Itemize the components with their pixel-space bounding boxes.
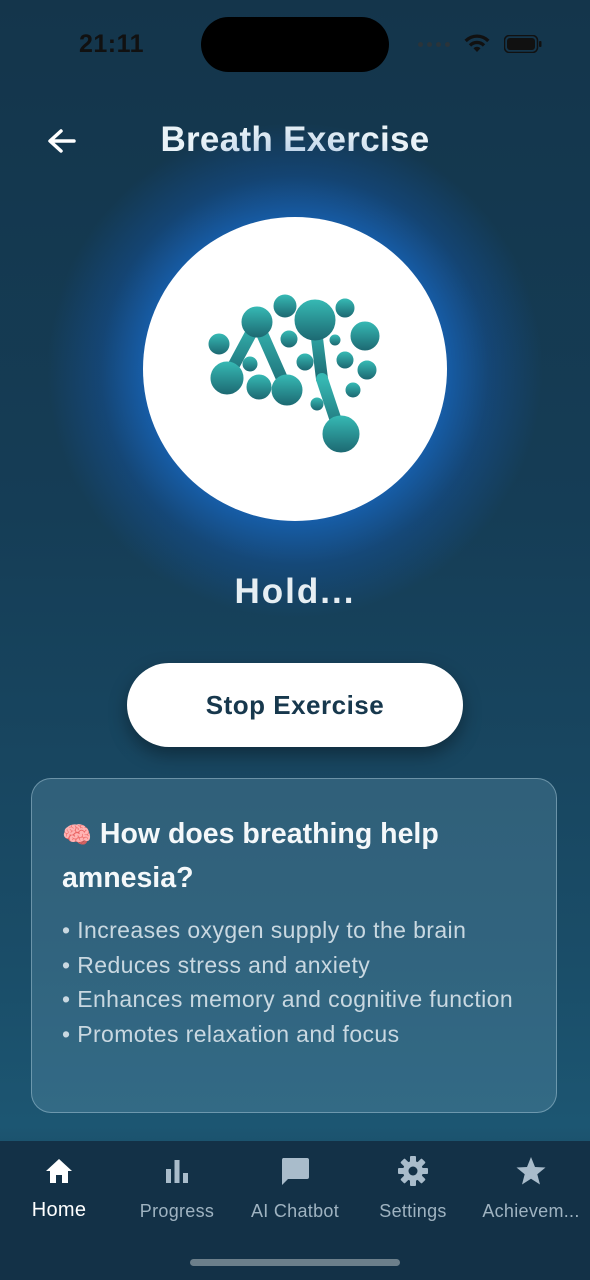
- brain-icon: 🧠: [62, 822, 92, 849]
- stop-exercise-button[interactable]: Stop Exercise: [127, 663, 463, 747]
- nav-item-settings[interactable]: Settings: [354, 1141, 472, 1241]
- gear-icon: [397, 1155, 429, 1187]
- home-icon: [43, 1155, 75, 1187]
- breathing-phase-text: Hold...: [234, 572, 356, 611]
- nav-item-progress[interactable]: Progress: [118, 1141, 236, 1241]
- home-indicator: [190, 1259, 400, 1266]
- nav-item-ai-chatbot[interactable]: AI Chatbot: [236, 1141, 354, 1241]
- chat-icon: [279, 1155, 311, 1187]
- info-card-title: 🧠 How does breathing help amnesia?: [62, 813, 526, 899]
- info-card-title-text: How does breathing help amnesia?: [62, 818, 439, 894]
- info-card: 🧠 How does breathing help amnesia? • Incr…: [31, 778, 557, 1113]
- status-time: 21:11: [79, 30, 145, 58]
- battery-icon: [504, 35, 542, 53]
- status-icons: [418, 34, 542, 54]
- status-bar: 21:11: [0, 0, 590, 90]
- list-item: • Increases oxygen supply to the brain: [62, 917, 467, 943]
- dynamic-island: [201, 17, 389, 72]
- bar-chart-icon: [161, 1155, 193, 1187]
- nav-label-achievements: Achievem...: [482, 1201, 580, 1221]
- wifi-icon: [464, 34, 490, 52]
- signal-icon: [418, 41, 450, 47]
- list-item: • Promotes relaxation and focus: [62, 1020, 400, 1047]
- nav-item-achievements[interactable]: Achievem...: [472, 1141, 590, 1241]
- nav-label-home: Home: [31, 1199, 87, 1221]
- benefits-list: • Increases oxygen supply to the brain •…: [62, 913, 526, 1051]
- nav-item-home[interactable]: Home: [0, 1141, 118, 1241]
- breathing-circle: [143, 217, 447, 521]
- bottom-nav: Home Progress AI Chatbot Settings Achiev…: [0, 1141, 590, 1280]
- ai-brain-logo: [208, 294, 380, 453]
- list-item: • Reduces stress and anxiety: [62, 951, 371, 978]
- nav-label-progress: Progress: [139, 1201, 215, 1221]
- nav-label-ai-chatbot: AI Chatbot: [250, 1201, 340, 1221]
- nav-label-settings: Settings: [379, 1201, 447, 1221]
- list-item: • Enhances memory and cognitive function: [62, 986, 514, 1012]
- star-icon: [515, 1155, 547, 1187]
